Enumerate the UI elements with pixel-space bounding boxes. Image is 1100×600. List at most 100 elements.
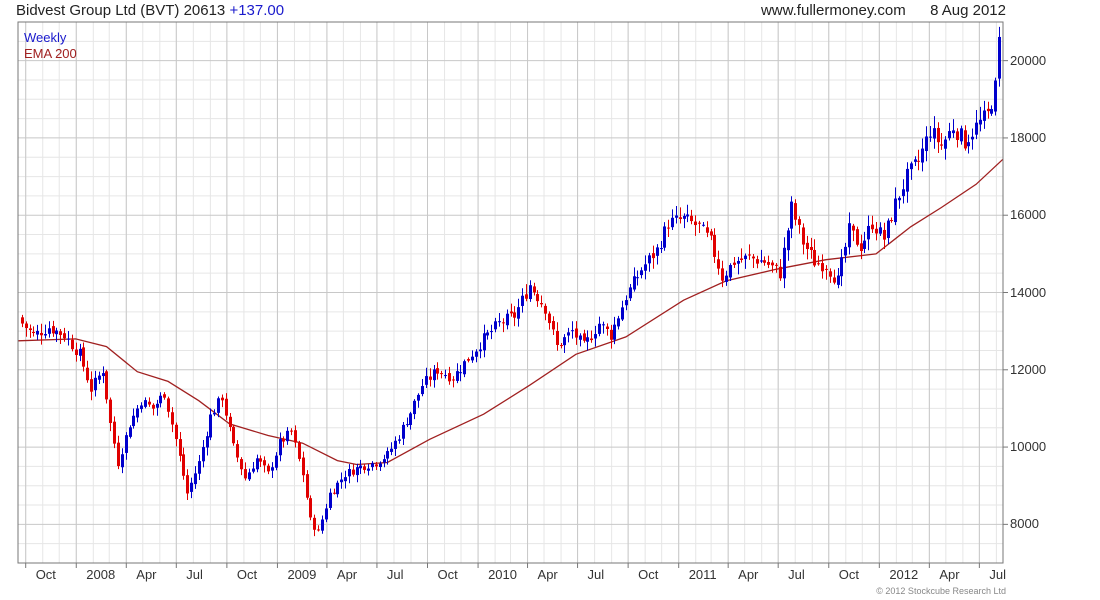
candle-body-down bbox=[771, 262, 774, 266]
candle-body-up bbox=[413, 400, 416, 415]
candle-body-down bbox=[294, 430, 297, 443]
candle-body-up bbox=[475, 351, 478, 357]
candle-body-up bbox=[506, 313, 509, 326]
candle-body-up bbox=[636, 277, 639, 279]
candle-body-up bbox=[914, 159, 917, 162]
candle-body-up bbox=[486, 332, 489, 336]
candle-body-up bbox=[159, 395, 162, 404]
x-tick-label: Apr bbox=[537, 567, 558, 582]
candle-body-down bbox=[721, 268, 724, 281]
candle-body-up bbox=[529, 285, 532, 300]
candle-body-up bbox=[948, 131, 951, 139]
chart-date: 8 Aug 2012 bbox=[930, 2, 1006, 19]
candle-body-up bbox=[379, 463, 382, 468]
candle-body-up bbox=[979, 119, 982, 125]
candle-body-up bbox=[656, 247, 659, 256]
candle-body-down bbox=[63, 333, 66, 339]
candle-body-down bbox=[352, 469, 355, 475]
candle-body-down bbox=[232, 426, 235, 444]
candle-body-up bbox=[94, 377, 97, 391]
candle-body-up bbox=[55, 330, 58, 335]
candle-body-down bbox=[956, 131, 959, 140]
candle-body-up bbox=[79, 348, 82, 356]
candle-body-up bbox=[840, 257, 843, 277]
candle-body-down bbox=[733, 262, 736, 265]
candle-body-up bbox=[121, 454, 124, 468]
candle-body-up bbox=[702, 224, 705, 226]
candle-body-up bbox=[456, 371, 459, 381]
candle-body-up bbox=[910, 163, 913, 170]
candle-body-up bbox=[944, 139, 947, 149]
copyright: © 2012 Stockcube Research Ltd bbox=[876, 586, 1006, 596]
y-tick-label: 14000 bbox=[1010, 284, 1047, 300]
candle-body-up bbox=[837, 275, 840, 285]
candle-body-down bbox=[452, 379, 455, 381]
x-tick-label: Oct bbox=[437, 567, 458, 582]
x-tick-label: Jul bbox=[587, 567, 605, 582]
candle-body-down bbox=[163, 394, 166, 398]
candle-body-down bbox=[171, 412, 174, 425]
candle-body-down bbox=[779, 266, 782, 279]
candle-body-down bbox=[821, 263, 824, 272]
candle-body-up bbox=[660, 248, 663, 250]
candle-body-down bbox=[229, 416, 232, 427]
candle-body-up bbox=[279, 439, 282, 456]
x-tick-label: 2011 bbox=[688, 567, 717, 582]
candle-body-up bbox=[960, 128, 963, 142]
candle-body-up bbox=[213, 412, 216, 415]
candle-body-up bbox=[459, 372, 462, 374]
candle-body-up bbox=[344, 477, 347, 482]
y-tick-label: 8000 bbox=[1010, 516, 1039, 532]
candle-body-down bbox=[225, 398, 228, 416]
candle-body-down bbox=[236, 444, 239, 458]
candle-body-down bbox=[536, 294, 539, 302]
candle-body-up bbox=[402, 424, 405, 439]
x-tick-label: Oct bbox=[236, 567, 258, 582]
candle-body-down bbox=[448, 373, 451, 382]
y-tick-label: 16000 bbox=[1010, 207, 1047, 223]
candle-body-down bbox=[502, 322, 505, 324]
candle-body-down bbox=[510, 311, 513, 314]
candle-body-up bbox=[983, 110, 986, 121]
candle-body-down bbox=[806, 242, 809, 250]
candle-body-up bbox=[194, 473, 197, 485]
candle-body-up bbox=[329, 492, 332, 508]
candle-body-down bbox=[652, 253, 655, 259]
candle-body-up bbox=[579, 335, 582, 340]
candle-body-up bbox=[44, 334, 47, 336]
source-url: www.fullermoney.com bbox=[760, 2, 906, 19]
y-tick-label: 18000 bbox=[1010, 129, 1047, 145]
candle-body-up bbox=[744, 255, 747, 260]
candle-body-up bbox=[725, 275, 728, 282]
candle-body-down bbox=[179, 439, 182, 456]
candle-body-up bbox=[879, 227, 882, 234]
candle-body-down bbox=[290, 430, 293, 432]
candle-body-down bbox=[590, 338, 593, 341]
candle-body-up bbox=[483, 333, 486, 351]
candle-body-down bbox=[825, 268, 828, 270]
candle-body-down bbox=[467, 359, 470, 361]
candle-body-up bbox=[994, 80, 997, 112]
y-tick-label: 12000 bbox=[1010, 361, 1047, 377]
candle-body-down bbox=[717, 259, 720, 269]
candle-body-up bbox=[790, 201, 793, 229]
candle-body-up bbox=[971, 136, 974, 140]
candle-body-down bbox=[86, 367, 89, 381]
candle-body-down bbox=[167, 398, 170, 412]
candle-body-up bbox=[737, 260, 740, 264]
candle-body-up bbox=[598, 323, 601, 334]
price-chart bbox=[17, 21, 1008, 568]
candle-body-up bbox=[359, 465, 362, 469]
candle-body-up bbox=[998, 36, 1001, 79]
candle-body-down bbox=[109, 399, 112, 424]
candle-body-down bbox=[767, 261, 770, 265]
candle-body-up bbox=[102, 373, 105, 377]
candle-body-up bbox=[521, 295, 524, 306]
x-tick-label: Jul bbox=[186, 567, 203, 582]
candle-body-up bbox=[863, 240, 866, 249]
candle-body-up bbox=[340, 479, 343, 483]
candle-body-up bbox=[617, 318, 620, 327]
candle-body-up bbox=[625, 300, 628, 306]
candle-body-down bbox=[240, 459, 243, 470]
candle-body-down bbox=[964, 130, 967, 149]
